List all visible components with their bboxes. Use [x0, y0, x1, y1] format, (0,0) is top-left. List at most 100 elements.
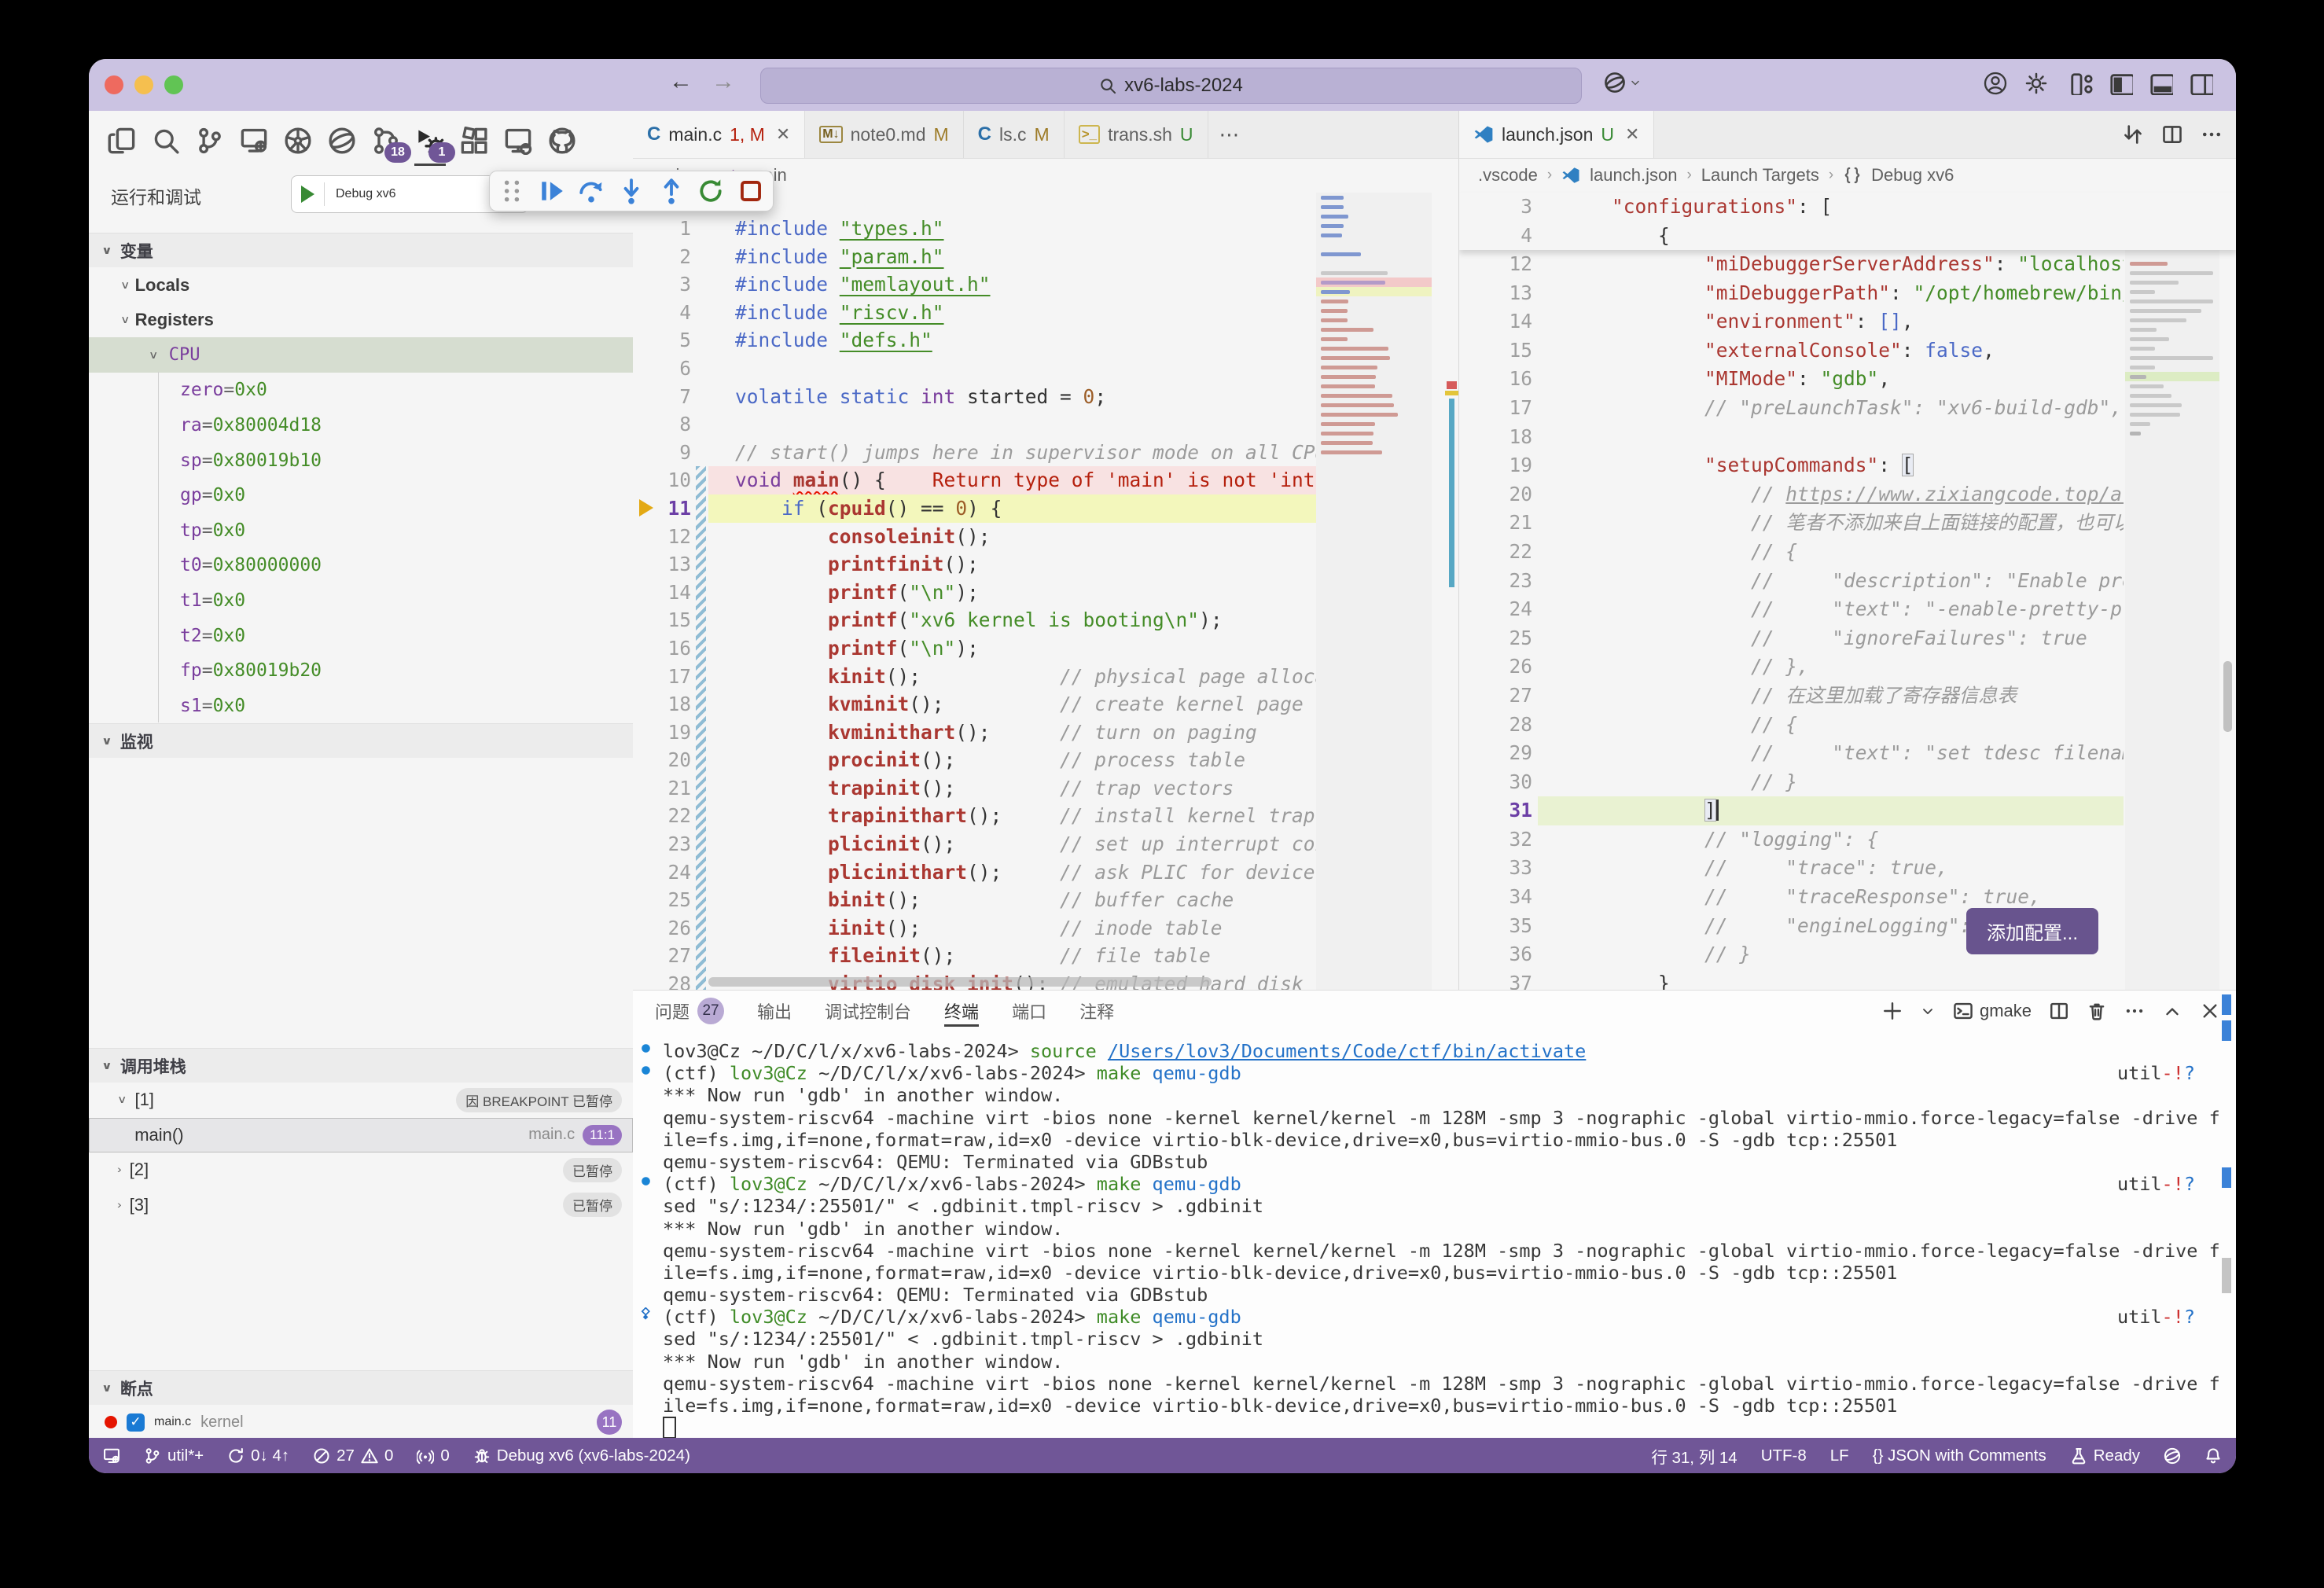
call-stack-row[interactable]: ›[2]已暂停 — [89, 1152, 633, 1187]
status-item-Ready[interactable]: Ready — [2070, 1446, 2140, 1465]
close-button[interactable] — [105, 75, 123, 94]
status-item--31-14[interactable]: 行 31, 列 14 — [1651, 1444, 1737, 1468]
tab-note0.md[interactable]: M↓note0.mdM — [805, 111, 963, 158]
step-over-button[interactable] — [577, 175, 606, 207]
code-area[interactable]: #include "types.h"#include "param.h"#inc… — [708, 215, 1316, 990]
restart-button[interactable] — [697, 175, 726, 207]
register-row[interactable]: fp = 0x80019b20 — [89, 653, 724, 689]
split-icon[interactable] — [2049, 1001, 2069, 1021]
stop-button[interactable] — [736, 175, 765, 207]
status-item--JSON-with-Comments[interactable]: {} JSON with Comments — [1873, 1446, 2046, 1465]
call-stack-row[interactable]: ∨[1]因 BREAKPOINT 已暂停 — [89, 1083, 633, 1117]
crumb-item[interactable]: .vscode — [1478, 165, 1538, 186]
variables-item-cpu[interactable]: ∨ CPU — [89, 337, 693, 373]
chevron-up-icon[interactable] — [2162, 1001, 2182, 1021]
tab-ls.c[interactable]: Cls.cM — [964, 111, 1065, 158]
panel-right-button[interactable] — [2190, 72, 2213, 99]
sticky-scroll[interactable]: 34 "configurations": [ { — [1459, 193, 2236, 250]
crumb-item[interactable]: launch.json — [1590, 165, 1677, 186]
tab-launch.json[interactable]: launch.jsonU✕ — [1459, 111, 1654, 158]
nav-forward-button[interactable]: → — [708, 68, 739, 95]
variables-item-registers[interactable]: ∨ Registers — [89, 303, 664, 338]
call-stack-row[interactable]: ›[3]已暂停 — [89, 1188, 633, 1222]
register-row[interactable]: s1 = 0x0 — [89, 688, 724, 723]
section-call-stack[interactable]: ∨调用堆栈 — [89, 1048, 633, 1083]
call-stack-row[interactable]: main()main.c11:1 — [89, 1118, 633, 1152]
register-row[interactable]: sp = 0x80019b10 — [89, 443, 724, 478]
breakpoint-row[interactable]: ✓main.ckernel11 — [89, 1405, 633, 1439]
more-icon[interactable] — [2201, 123, 2223, 145]
copilot-menu-button[interactable] — [1604, 72, 1642, 94]
account-button[interactable] — [1984, 72, 2007, 99]
nav-back-button[interactable]: ← — [665, 68, 697, 95]
code-area[interactable]: "miDebuggerServerAddress": "localhost:25… — [1538, 250, 2124, 990]
terminal-scrollbar[interactable] — [2222, 991, 2233, 1439]
status-item[interactable] — [103, 1447, 120, 1465]
panel-bottom-button[interactable] — [2149, 72, 2173, 99]
close-icon[interactable] — [2200, 1001, 2220, 1021]
status-item-Debug[interactable]: Debug xv6 (xv6-labs-2024) — [473, 1446, 690, 1465]
activity-remote-explorer[interactable] — [499, 122, 537, 160]
register-row[interactable]: t2 = 0x0 — [89, 618, 724, 653]
status-item-0[interactable]: 0 — [417, 1446, 449, 1465]
section-breakpoints[interactable]: ∨断点 — [89, 1370, 633, 1405]
status-item[interactable]: 270 — [313, 1446, 393, 1465]
swap-icon[interactable] — [2122, 123, 2144, 145]
tab-main.c[interactable]: Cmain.c1, M✕ — [633, 111, 805, 158]
trash-icon[interactable] — [2087, 1001, 2107, 1021]
register-row[interactable]: t0 = 0x80000000 — [89, 548, 724, 583]
panel-tab-终端[interactable]: 终端 — [944, 991, 979, 1031]
panel-left-button[interactable] — [2109, 72, 2133, 99]
register-row[interactable]: t1 = 0x0 — [89, 583, 724, 618]
activity-remote[interactable] — [235, 122, 273, 160]
minimize-button[interactable] — [134, 75, 153, 94]
zoom-button[interactable] — [164, 75, 183, 94]
command-diamond-icon[interactable] — [639, 1306, 653, 1328]
step-out-button[interactable] — [656, 175, 686, 207]
panel-tab-问题[interactable]: 问题27 — [655, 991, 724, 1031]
activity-search[interactable] — [147, 122, 185, 160]
command-dot-icon[interactable] — [639, 1040, 653, 1062]
overview-ruler[interactable] — [1445, 193, 1458, 990]
activity-github[interactable] — [543, 122, 581, 160]
gear-button[interactable] — [2024, 72, 2048, 99]
vertical-scrollbar[interactable] — [2223, 661, 2232, 732]
status-item-bell[interactable] — [2204, 1447, 2222, 1465]
command-dot-icon[interactable] — [639, 1062, 653, 1084]
panel-tab-注释[interactable]: 注释 — [1079, 991, 1114, 1031]
add-configuration-button[interactable]: 添加配置... — [1966, 908, 2098, 954]
panel-tab-调试控制台[interactable]: 调试控制台 — [825, 991, 911, 1031]
breakpoint-checkbox[interactable]: ✓ — [127, 1413, 145, 1432]
minimap[interactable] — [2125, 193, 2219, 990]
crumb-item[interactable]: Debug xv6 — [1871, 165, 1954, 186]
step-into-button[interactable] — [617, 175, 646, 207]
tab-close-icon[interactable]: ✕ — [776, 124, 790, 145]
command-dot-icon[interactable] — [639, 1173, 653, 1195]
activity-graph[interactable]: 18 — [367, 122, 405, 160]
status-item-LF[interactable]: LF — [1830, 1446, 1849, 1465]
more-icon[interactable] — [2124, 1001, 2145, 1021]
register-row[interactable]: tp = 0x0 — [89, 513, 724, 548]
start-debug-button[interactable] — [301, 186, 314, 203]
panel-tab-端口[interactable]: 端口 — [1012, 991, 1046, 1031]
chevron-down-icon[interactable] — [1920, 1003, 1936, 1019]
layout-button[interactable] — [2069, 72, 2093, 99]
register-row[interactable]: zero = 0x0 — [89, 373, 724, 408]
crumb-item[interactable]: Launch Targets — [1701, 165, 1819, 186]
terminal-instance-gmake[interactable]: gmake — [1953, 991, 2032, 1031]
status-item-copilot[interactable] — [2164, 1447, 2181, 1465]
activity-copilot[interactable] — [323, 122, 361, 160]
terminal[interactable]: lov3@Cz ~/D/C/l/x/xv6-labs-2024> source … — [633, 1040, 2236, 1439]
search-input[interactable]: xv6-labs-2024 — [760, 68, 1582, 104]
add-icon[interactable] — [1882, 1001, 1903, 1021]
status-item-util*+[interactable]: util*+ — [144, 1446, 204, 1465]
tab-close-icon[interactable]: ✕ — [1625, 124, 1639, 145]
section-watch[interactable]: ∨监视 — [89, 723, 633, 758]
section-variables[interactable]: ∨变量 — [89, 233, 633, 267]
panel-tab-输出[interactable]: 输出 — [757, 991, 792, 1031]
activity-files[interactable] — [103, 122, 141, 160]
activity-debug[interactable]: 1 — [411, 122, 449, 160]
tab-trans.sh[interactable]: >_trans.shU — [1065, 111, 1208, 158]
register-row[interactable]: gp = 0x0 — [89, 478, 724, 513]
continue-button[interactable] — [538, 175, 567, 207]
